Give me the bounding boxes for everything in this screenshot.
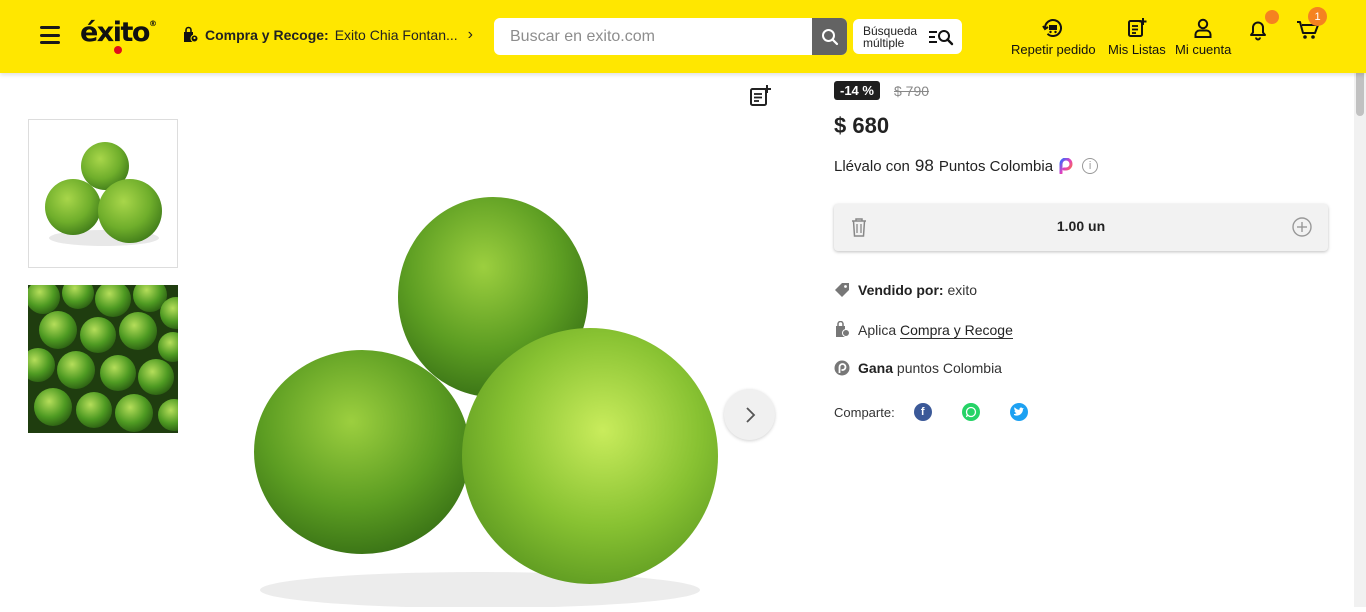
logo-dot xyxy=(114,46,122,54)
chevron-right-icon xyxy=(745,406,755,423)
multi-search-label: Búsqueda múltiple xyxy=(863,25,917,49)
pickup-store-selector[interactable]: Compra y Recoge: Exito Chia Fontan... › xyxy=(181,26,473,44)
cart-button[interactable]: 1 xyxy=(1296,7,1327,46)
old-price: $ 790 xyxy=(894,83,930,99)
notifications-button[interactable] xyxy=(1247,10,1279,46)
earn-label: Gana xyxy=(858,360,894,376)
list-add-icon xyxy=(1127,18,1147,37)
pickup-label: Compra y Recoge: xyxy=(205,27,329,43)
my-account-link[interactable]: Mi cuenta xyxy=(1175,18,1231,57)
sold-by-label: Vendido por: xyxy=(858,282,944,298)
repeat-cart-icon xyxy=(1042,19,1063,37)
logo-text: éxito xyxy=(80,17,150,48)
facebook-icon[interactable]: f xyxy=(913,403,932,421)
thumbnail-2[interactable] xyxy=(28,285,178,433)
current-price: $ 680 xyxy=(834,113,890,138)
points-icon xyxy=(834,360,850,376)
cart-count-badge: 1 xyxy=(1308,7,1327,26)
plus-circle-icon xyxy=(1292,217,1312,237)
multi-search-line1: Búsqueda xyxy=(863,23,918,38)
points-info: Llévalo con 98 Puntos Colombia i xyxy=(834,156,1099,176)
points-value: 98 xyxy=(914,156,934,175)
increase-button[interactable] xyxy=(1292,217,1312,242)
discount-badge: -14 % xyxy=(834,81,880,100)
thumbnail-1[interactable] xyxy=(28,119,178,268)
my-lists-label: Mis Listas xyxy=(1108,42,1166,57)
twitter-icon[interactable] xyxy=(1009,403,1028,421)
points-suffix: Puntos Colombia xyxy=(938,157,1054,175)
repeat-order-link[interactable]: Repetir pedido xyxy=(1011,18,1096,57)
share-label: Comparte: xyxy=(834,404,895,420)
tag-icon xyxy=(835,283,849,297)
sold-by-row: Vendido por: exito xyxy=(834,282,977,298)
top-header: éxito® Compra y Recoge: Exito Chia Fonta… xyxy=(0,0,1366,73)
my-account-label: Mi cuenta xyxy=(1175,42,1232,57)
puntos-colombia-icon xyxy=(1059,158,1073,174)
multi-search-button[interactable]: Búsqueda múltiple xyxy=(853,19,962,54)
list-add-icon xyxy=(750,85,771,106)
page-scrollbar[interactable] xyxy=(1354,0,1366,607)
quantity-stepper: 1.00 un xyxy=(834,204,1328,251)
points-prefix: Llévalo con xyxy=(834,157,910,175)
exito-logo[interactable]: éxito® xyxy=(80,17,157,54)
info-icon[interactable]: i xyxy=(1082,158,1099,174)
logo-reg: ® xyxy=(148,19,157,28)
menu-icon[interactable] xyxy=(40,26,60,44)
limes-pile-thumbnail-image xyxy=(28,285,178,433)
sold-by-value: exito xyxy=(947,282,978,298)
limes-main-image xyxy=(254,197,718,608)
pickup-store-name: Exito Chia Fontan... xyxy=(334,27,458,43)
share-row: Comparte: f xyxy=(834,403,1028,421)
notification-dot xyxy=(1265,10,1279,24)
earn-points-row: Gana puntos Colombia xyxy=(834,360,1002,376)
quantity-value: 1.00 un xyxy=(1056,218,1106,234)
multi-search-line2: múltiple xyxy=(863,35,905,50)
product-main-image xyxy=(230,190,730,608)
store-bag-icon xyxy=(836,321,850,337)
repeat-order-label: Repetir pedido xyxy=(1011,42,1096,57)
limes-thumbnail-image xyxy=(45,142,162,246)
whatsapp-icon[interactable] xyxy=(961,403,980,421)
earn-value: puntos Colombia xyxy=(896,360,1002,376)
next-image-button[interactable] xyxy=(724,389,775,440)
applies-label: Aplica xyxy=(858,321,897,338)
add-to-list-button[interactable] xyxy=(748,84,772,113)
chevron-right-icon: › xyxy=(467,26,473,43)
store-bag-icon xyxy=(184,26,199,43)
search-input[interactable] xyxy=(494,18,812,55)
pickup-availability-row: Aplica Compra y Recoge xyxy=(834,321,1013,339)
search-icon xyxy=(821,28,838,45)
bell-icon xyxy=(1250,21,1266,41)
list-search-icon xyxy=(929,30,954,46)
user-icon xyxy=(1194,18,1212,38)
my-lists-link[interactable]: Mis Listas xyxy=(1108,18,1166,57)
search-bar xyxy=(494,18,847,55)
pickup-link[interactable]: Compra y Recoge xyxy=(900,321,1013,339)
search-button[interactable] xyxy=(812,18,847,55)
